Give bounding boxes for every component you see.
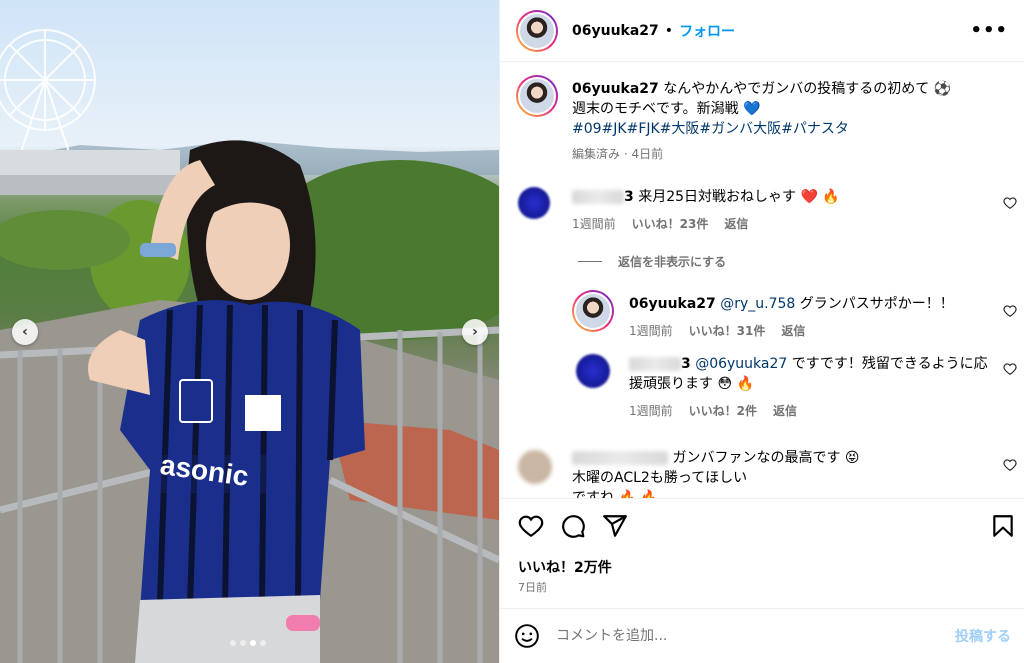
- reply-2-like-icon[interactable]: [1003, 362, 1017, 376]
- comment-2-text-line-2: 木曜のACL2も勝ってほしい: [572, 470, 748, 486]
- caption-avatar-wrap: [516, 75, 558, 117]
- carousel-dot: [240, 640, 246, 646]
- carousel-dot: [230, 640, 236, 646]
- carousel-dot: [250, 640, 256, 646]
- post-header: 06yuuka27 • フォロー •••: [500, 0, 1024, 62]
- comments-list[interactable]: 06yuuka27 なんやかんやでガンバの投稿するの初めて ⚽ 週末のモチベです…: [500, 63, 1024, 498]
- like-icon[interactable]: [518, 513, 544, 539]
- comment-1-like-icon[interactable]: [1003, 196, 1017, 210]
- comment-composer: 投稿する: [500, 608, 1024, 663]
- like-count[interactable]: いいね！2万件: [518, 557, 612, 577]
- reply-1-time: 1週間前: [629, 324, 673, 338]
- carousel-dot: [260, 640, 266, 646]
- more-options-icon[interactable]: •••: [970, 20, 1008, 41]
- comment-2-username-blurred: [572, 451, 668, 465]
- reply-1: 06yuuka27 @ry_u.758 グランパスサポかー！！ 1週間前 いいね…: [629, 294, 1009, 339]
- reply-1-mention[interactable]: @ry_u.758: [720, 296, 795, 312]
- post-photo: asonic ‹ ›: [0, 0, 499, 663]
- comment-2-text-line-3: ですね 🔥 🔥: [572, 490, 658, 498]
- reply-2-reply-button[interactable]: 返信: [773, 402, 797, 419]
- hide-replies-label[interactable]: 返信を非表示にする: [618, 253, 726, 270]
- reply-1-username[interactable]: 06yuuka27: [629, 296, 716, 312]
- post-comment-button[interactable]: 投稿する: [955, 626, 1011, 646]
- comment-1-avatar[interactable]: [518, 187, 550, 219]
- comment-2: ガンバファンなの最高です 😝 木曜のACL2も勝ってほしい ですね 🔥 🔥: [572, 448, 992, 498]
- post-date: 7日前: [518, 581, 547, 594]
- photo-illustration: [0, 29, 499, 663]
- reply-2-avatar[interactable]: [576, 354, 610, 388]
- carousel-prev-button[interactable]: ‹: [12, 319, 38, 345]
- reply-1-avatar-wrap: [572, 290, 614, 332]
- carousel-next-button[interactable]: ›: [462, 319, 488, 345]
- comment-1-username-suffix[interactable]: 3: [624, 189, 634, 205]
- reply-2-text: ですです！残留できるように応: [787, 356, 988, 372]
- comment-1-reply-button[interactable]: 返信: [724, 215, 748, 232]
- comment-icon[interactable]: [560, 513, 586, 539]
- reply-2-username-suffix[interactable]: 3: [681, 356, 691, 372]
- comment-1: 3 来月25日対戦おねしゃす ❤️ 🔥 1週間前 いいね！23件 返信: [572, 187, 1002, 232]
- save-icon[interactable]: [990, 513, 1016, 539]
- comment-2-text: ガンバファンなの最高です 😝: [672, 450, 860, 466]
- reply-2-likes[interactable]: いいね！2件: [689, 402, 757, 419]
- post-actions: いいね！2万件 7日前: [500, 498, 1024, 608]
- caption-line-1: なんやかんやでガンバの投稿するの初めて ⚽: [663, 81, 952, 97]
- comment-2-like-icon[interactable]: [1003, 458, 1017, 472]
- comment-2-avatar[interactable]: [518, 450, 552, 484]
- reply-1-like-icon[interactable]: [1003, 304, 1017, 318]
- caption-meta: 編集済み · 4日前: [572, 147, 664, 161]
- author-username[interactable]: 06yuuka27: [572, 23, 659, 39]
- caption-username[interactable]: 06yuuka27: [572, 81, 659, 97]
- comment-1-time: 1週間前: [572, 217, 616, 231]
- author-avatar[interactable]: [516, 9, 558, 52]
- reply-2-mention[interactable]: @06yuuka27: [695, 356, 787, 372]
- comment-1-username-blurred: [572, 190, 624, 204]
- share-icon[interactable]: [602, 513, 628, 539]
- follow-button[interactable]: フォロー: [679, 21, 735, 41]
- reply-1-reply-button[interactable]: 返信: [781, 322, 805, 339]
- hide-replies-line: [578, 261, 602, 262]
- comment-1-text: 来月25日対戦おねしゃす ❤️ 🔥: [638, 189, 840, 205]
- comment-input[interactable]: [556, 628, 916, 644]
- comment-1-likes[interactable]: いいね！23件: [632, 215, 709, 232]
- reply-2-username-blurred: [629, 357, 681, 371]
- reply-2-text-line-2: 援頑張ります 😳 🔥: [629, 376, 754, 392]
- hide-replies-toggle[interactable]: 返信を非表示にする: [578, 253, 726, 270]
- caption-hashtags[interactable]: #09#JK#FJK#大阪#ガンバ大阪#パナスタ: [572, 119, 1012, 139]
- caption-line-2: 週末のモチベです。新潟戦 💙: [572, 101, 761, 117]
- emoji-icon[interactable]: [514, 623, 540, 649]
- reply-2: 3 @06yuuka27 ですです！残留できるように応 援頑張ります 😳 🔥 1…: [629, 354, 999, 419]
- caption: 06yuuka27 なんやかんやでガンバの投稿するの初めて ⚽ 週末のモチベです…: [572, 79, 1012, 162]
- reply-1-likes[interactable]: いいね！31件: [689, 322, 766, 339]
- reply-2-time: 1週間前: [629, 404, 673, 418]
- caption-avatar[interactable]: [516, 75, 558, 117]
- header-separator: •: [664, 22, 674, 39]
- carousel-indicators: [230, 640, 266, 646]
- reply-1-text: グランパスサポかー！！: [795, 296, 954, 312]
- post-detail-panel: 06yuuka27 • フォロー ••• 06yuuka27 なんやかんやでガン…: [499, 0, 1024, 663]
- reply-1-avatar[interactable]: [572, 290, 614, 332]
